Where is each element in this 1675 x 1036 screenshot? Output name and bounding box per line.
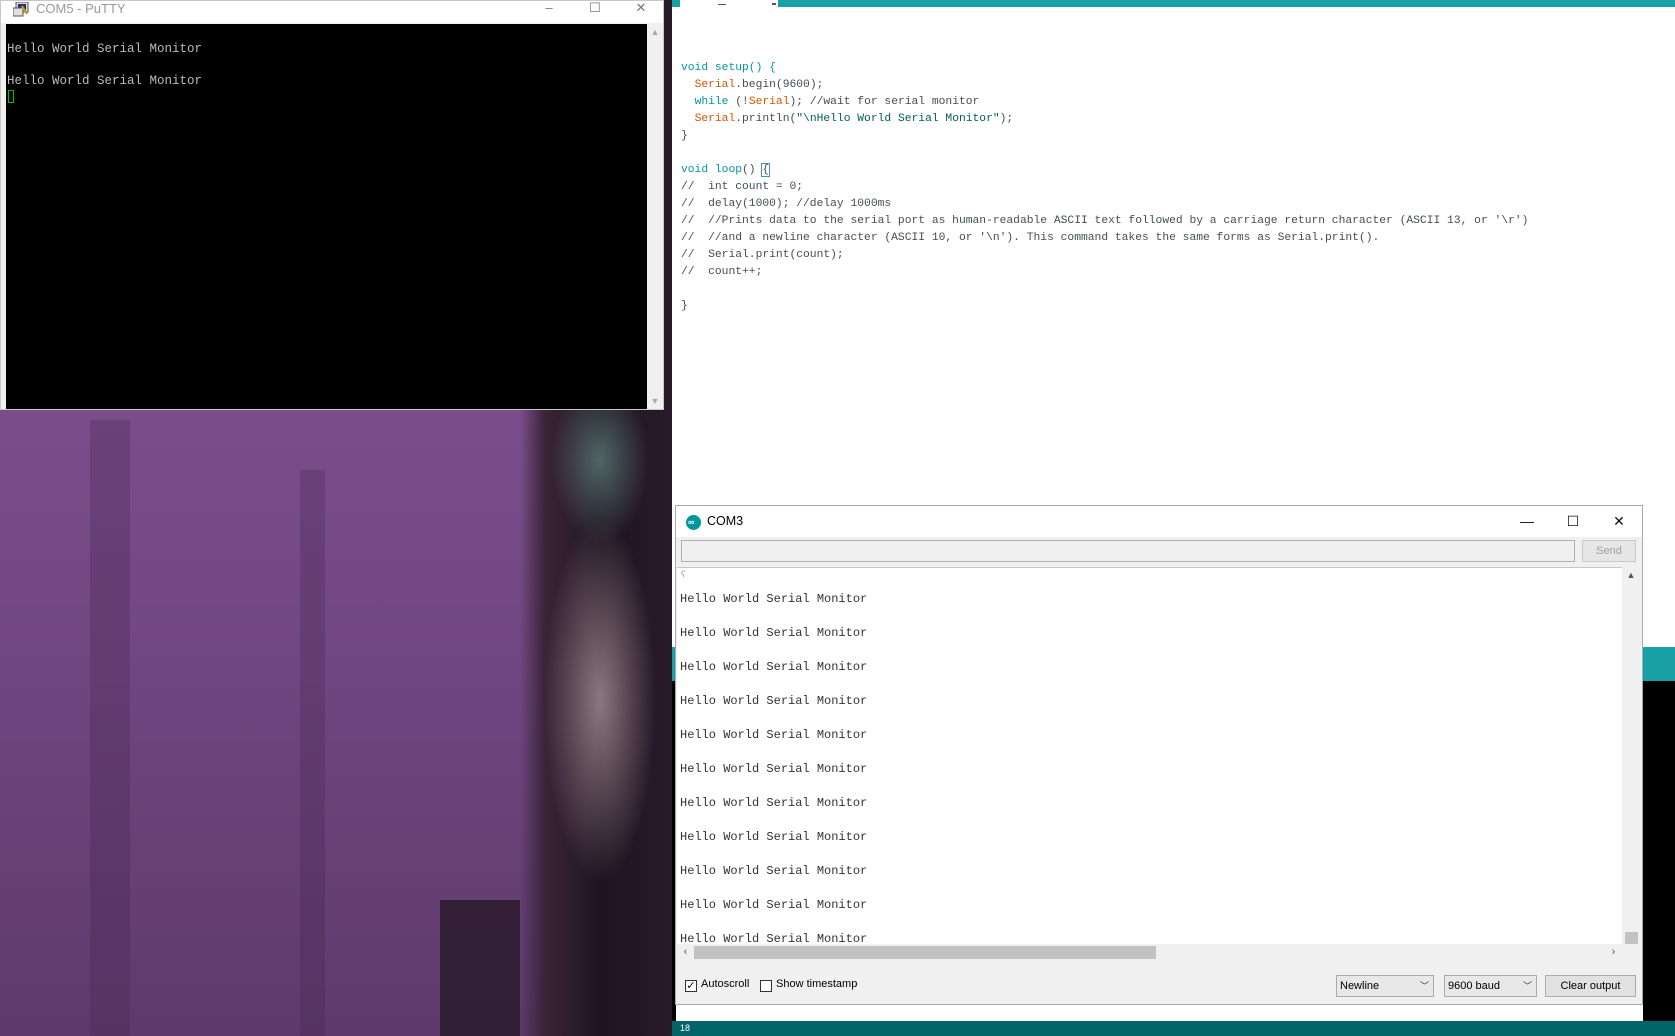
wallpaper-streak bbox=[440, 900, 520, 1036]
clear-output-button[interactable]: Clear output bbox=[1545, 975, 1636, 997]
output-lines: Hello World Serial Monitor Hello World S… bbox=[680, 582, 867, 945]
putty-titlebar[interactable]: COM5 - PuTTY – ☐ ✕ bbox=[1, 1, 663, 23]
arduino-logo-icon: ∞ bbox=[686, 515, 701, 530]
code-text: () bbox=[742, 164, 763, 176]
code-string: "\nHello World Serial Monitor" bbox=[796, 113, 1000, 125]
autoscroll-checkbox[interactable]: ✓ bbox=[685, 980, 697, 992]
output-partial-glyph: ʕ bbox=[681, 569, 686, 579]
tab-underline bbox=[718, 4, 726, 5]
terminal-line: Hello World Serial Monitor bbox=[7, 74, 203, 88]
output-line: Hello World Serial Monitor bbox=[680, 796, 868, 810]
output-horizontal-scrollbar[interactable]: ‹ › bbox=[677, 944, 1622, 961]
code-fn: Serial bbox=[694, 79, 736, 91]
timestamp-checkbox[interactable] bbox=[760, 980, 772, 992]
code-editor[interactable]: void setup() { Serial.begin(9600); while… bbox=[681, 60, 1528, 315]
code-keyword: void setup() { bbox=[681, 62, 776, 74]
window-title: COM3 bbox=[707, 514, 744, 528]
ide-console bbox=[1643, 681, 1675, 1021]
line-ending-value: Newline bbox=[1340, 980, 1380, 992]
output-line: Hello World Serial Monitor bbox=[680, 660, 868, 674]
code-text: ); bbox=[789, 96, 810, 108]
code-text: .begin(9600); bbox=[735, 79, 824, 91]
code-line: // //Prints data to the serial port as h… bbox=[681, 215, 1529, 227]
code-line: // int count = 0; bbox=[681, 181, 804, 193]
baud-rate-value: 9600 baud bbox=[1448, 980, 1500, 992]
code-comment: //wait for serial monitor bbox=[809, 96, 980, 108]
tab-chevron-icon bbox=[772, 3, 776, 5]
code-keyword: void bbox=[681, 164, 709, 176]
send-button[interactable]: Send bbox=[1582, 540, 1636, 562]
chevron-down-icon: ﹀ bbox=[1522, 981, 1532, 991]
putty-scrollbar[interactable]: ▲ ▼ bbox=[647, 24, 663, 409]
ide-tab-bar bbox=[672, 0, 1675, 7]
code-line: // count++; bbox=[681, 266, 763, 278]
minimize-button[interactable]: — bbox=[1504, 506, 1550, 537]
autoscroll-label[interactable]: Autoscroll bbox=[701, 978, 749, 990]
window-title: COM5 - PuTTY bbox=[36, 1, 126, 16]
close-button[interactable]: ✕ bbox=[1596, 506, 1642, 537]
serial-output[interactable]: ʕ Hello World Serial Monitor Hello World… bbox=[677, 567, 1622, 945]
code-text: .println( bbox=[735, 113, 797, 125]
scroll-up-icon[interactable]: ▲ bbox=[1623, 567, 1639, 583]
output-line: Hello World Serial Monitor bbox=[680, 694, 868, 708]
minimize-button[interactable]: – bbox=[527, 1, 571, 17]
code-line: // //and a newline character (ASCII 10, … bbox=[681, 232, 1380, 244]
chevron-down-icon: ﹀ bbox=[1419, 981, 1429, 991]
ide-status-bar: 18 bbox=[672, 1021, 1675, 1036]
scroll-up-icon[interactable]: ▲ bbox=[647, 24, 663, 40]
serial-monitor-titlebar[interactable]: ∞ COM3 — ☐ ✕ bbox=[676, 506, 1642, 537]
terminal-line: Hello World Serial Monitor bbox=[7, 42, 203, 56]
code-line: // delay(1000); //delay 1000ms bbox=[681, 198, 892, 210]
line-ending-select[interactable]: Newline ﹀ bbox=[1336, 975, 1434, 997]
output-line: Hello World Serial Monitor bbox=[680, 932, 868, 945]
output-vertical-scrollbar[interactable]: ▲ bbox=[1622, 567, 1641, 944]
putty-app-icon bbox=[13, 2, 29, 17]
putty-window[interactable]: COM5 - PuTTY – ☐ ✕ Hello World Serial Mo… bbox=[0, 0, 664, 410]
terminal-cursor bbox=[8, 90, 14, 103]
serial-input-field[interactable] bbox=[681, 540, 1575, 562]
ide-sketch-tab[interactable] bbox=[680, 0, 778, 7]
output-line: Hello World Serial Monitor bbox=[680, 898, 868, 912]
output-line: Hello World Serial Monitor bbox=[680, 864, 868, 878]
output-line: Hello World Serial Monitor bbox=[680, 592, 868, 606]
code-line: } bbox=[681, 300, 688, 312]
wallpaper-streak bbox=[90, 420, 130, 1036]
code-line: // Serial.print(count); bbox=[681, 249, 844, 261]
terminal-output: Hello World Serial Monitor Hello World S… bbox=[7, 41, 202, 89]
scroll-thumb[interactable] bbox=[694, 946, 1156, 959]
wallpaper-streak bbox=[300, 470, 325, 1036]
maximize-button[interactable]: ☐ bbox=[573, 1, 617, 17]
code-fn: Serial bbox=[694, 113, 736, 125]
scroll-thumb[interactable] bbox=[1625, 932, 1638, 944]
scroll-down-icon[interactable]: ▼ bbox=[647, 393, 663, 409]
code-brace-highlight: { bbox=[761, 163, 771, 177]
baud-rate-select[interactable]: 9600 baud ﹀ bbox=[1444, 975, 1537, 997]
maximize-button[interactable]: ☐ bbox=[1550, 506, 1596, 537]
code-fn: Serial bbox=[748, 96, 790, 108]
output-line: Hello World Serial Monitor bbox=[680, 830, 868, 844]
code-text: } bbox=[681, 130, 688, 142]
output-line: Hello World Serial Monitor bbox=[680, 626, 868, 640]
line-number: 18 bbox=[680, 1023, 691, 1033]
ide-console-header bbox=[1643, 647, 1675, 681]
serial-monitor-footer: ✓ Autoscroll Show timestamp Newline ﹀ 96… bbox=[676, 968, 1642, 1004]
output-line: Hello World Serial Monitor bbox=[680, 728, 868, 742]
scroll-right-icon[interactable]: › bbox=[1605, 944, 1622, 961]
code-text: ); bbox=[999, 113, 1014, 125]
serial-monitor-window[interactable]: ∞ COM3 — ☐ ✕ Send ʕ Hello World Serial M… bbox=[675, 505, 1643, 1005]
code-text: (! bbox=[728, 96, 749, 108]
timestamp-label[interactable]: Show timestamp bbox=[776, 978, 857, 990]
code-keyword: while bbox=[694, 96, 729, 108]
scroll-left-icon[interactable]: ‹ bbox=[677, 944, 694, 961]
output-line: Hello World Serial Monitor bbox=[680, 762, 868, 776]
putty-terminal[interactable]: Hello World Serial Monitor Hello World S… bbox=[6, 24, 647, 409]
code-fn: loop bbox=[714, 164, 743, 176]
close-button[interactable]: ✕ bbox=[619, 1, 663, 17]
